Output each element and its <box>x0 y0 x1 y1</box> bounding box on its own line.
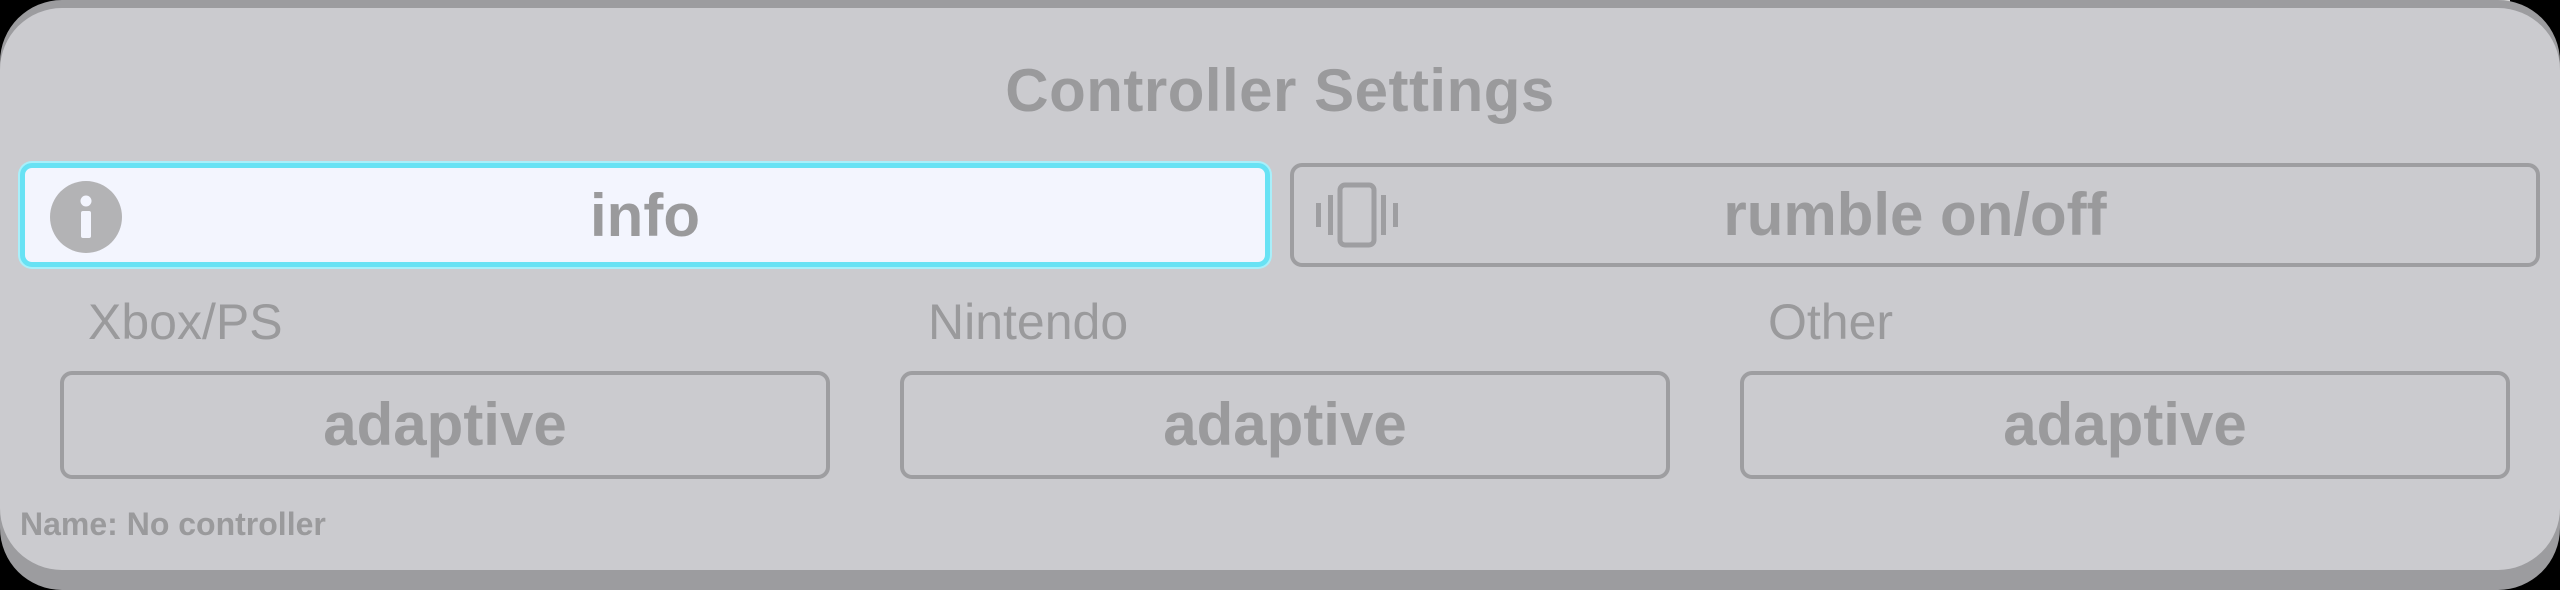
nintendo-label: Nintendo <box>928 294 1129 350</box>
controller-settings-dialog: Controller Settings info rumble on/off X… <box>0 8 2560 570</box>
info-icon <box>50 181 122 253</box>
info-button-label: info <box>590 182 700 249</box>
info-button[interactable]: info <box>20 163 1270 267</box>
xbox-ps-mode-button[interactable]: adaptive <box>60 371 830 479</box>
dialog-title: Controller Settings <box>1005 57 1555 124</box>
nintendo-mode-button[interactable]: adaptive <box>900 371 1670 479</box>
rumble-button-label: rumble on/off <box>1723 181 2107 248</box>
other-mode-button[interactable]: adaptive <box>1740 371 2510 479</box>
rumble-toggle-button[interactable]: rumble on/off <box>1290 163 2540 267</box>
vibrate-icon <box>1310 179 1404 251</box>
other-label: Other <box>1768 294 1894 350</box>
xbox-ps-label: Xbox/PS <box>88 294 283 350</box>
controller-name-status: Name: No controller <box>20 506 326 542</box>
